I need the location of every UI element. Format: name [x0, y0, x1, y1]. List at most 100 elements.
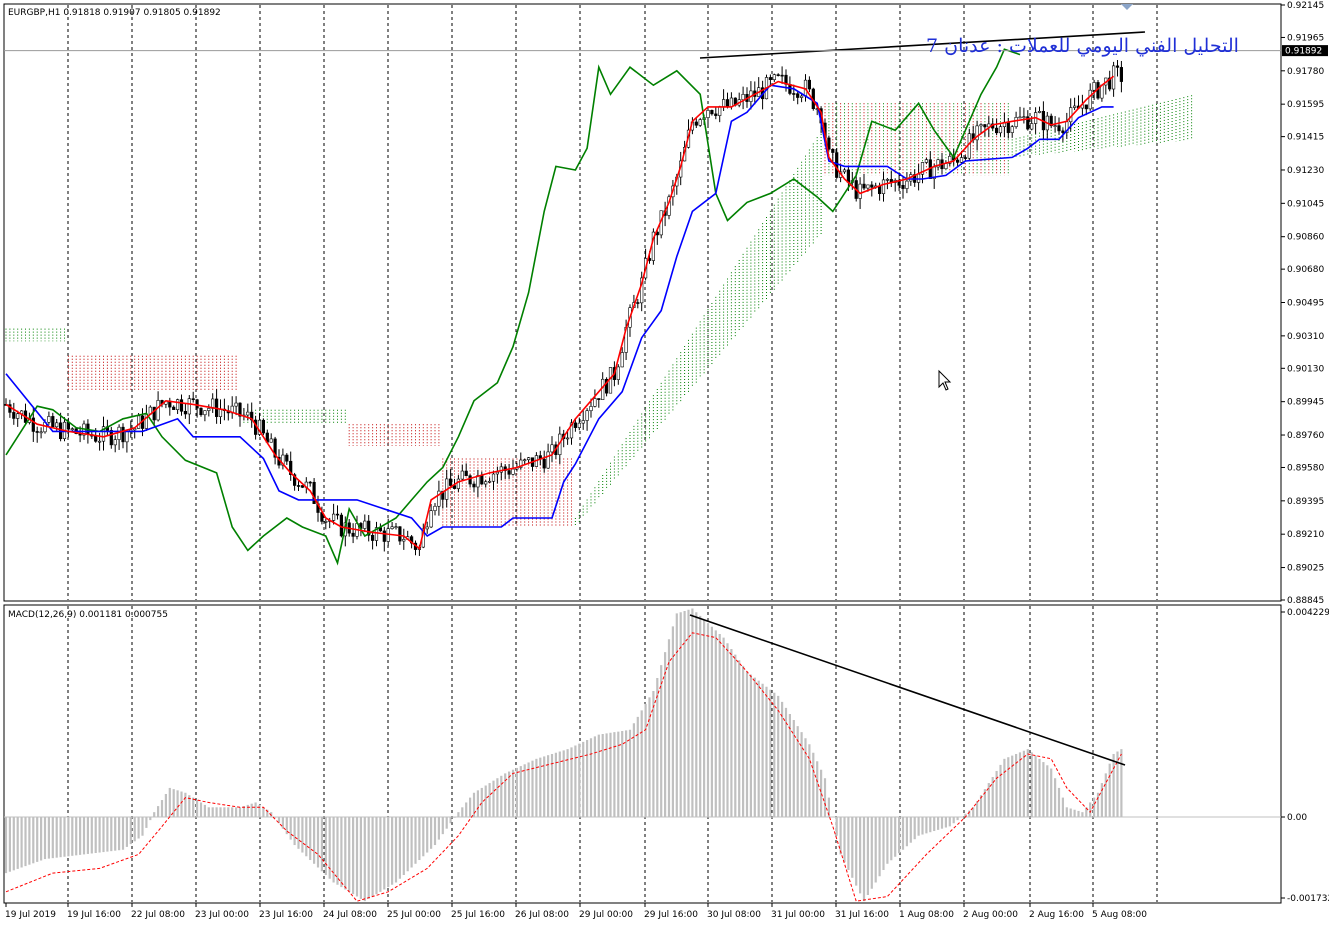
candle-body: [137, 415, 141, 429]
candle-body: [741, 94, 745, 101]
price-tick-label: 0.91230: [1287, 166, 1324, 176]
candle-body: [121, 426, 125, 443]
candle-body: [300, 485, 305, 488]
macd-title: MACD(12,26,9) 0.001181 0.000755: [8, 610, 168, 620]
time-tick-label: 30 Jul 08:00: [707, 910, 761, 920]
time-tick-label: 25 Jul 00:00: [387, 910, 441, 920]
time-tick-label: 24 Jul 08:00: [323, 910, 377, 920]
candle-body: [1014, 117, 1018, 128]
candle-body: [807, 79, 811, 90]
price-tick-label: 0.89580: [1287, 463, 1324, 473]
candle-body: [269, 438, 273, 443]
candle-body: [589, 406, 593, 412]
candle-body: [382, 530, 386, 542]
candle-body: [1115, 65, 1120, 68]
price-tick-label: 0.89025: [1287, 564, 1324, 574]
candle-body: [472, 483, 476, 488]
candle-body: [480, 475, 484, 485]
candle-body: [402, 539, 406, 542]
candle-body: [296, 485, 301, 487]
candle-body: [983, 124, 987, 128]
candle-body: [331, 513, 336, 521]
arabic-annotation: التحليل الفني اليومي للعملات : عدنان 7: [926, 35, 1239, 57]
candle-body: [636, 302, 640, 304]
candle-body: [924, 159, 928, 163]
candle-body: [191, 398, 195, 400]
candle-body: [125, 431, 129, 443]
candle-body: [55, 422, 59, 428]
candle-body: [31, 417, 35, 432]
candle-body: [881, 179, 886, 194]
candle-body: [998, 126, 1003, 134]
candle-body: [573, 422, 577, 428]
candle-body: [967, 133, 971, 159]
candle-body: [1119, 67, 1123, 82]
candle-body: [495, 471, 500, 475]
mt4-chart-canvas[interactable]: 0.92145 0.91965 0.91780 0.91595 0.91415 0.912…: [0, 0, 1329, 927]
candle-body: [955, 159, 960, 163]
candle-body: [698, 119, 702, 126]
price-axis: 0.92145 0.91965 0.91780 0.91595 0.91415 0.912…: [1281, 1, 1329, 904]
candle-body: [511, 468, 515, 475]
candle-body: [156, 400, 160, 421]
candle-body: [565, 437, 570, 440]
candle-body: [1084, 104, 1088, 110]
candle-body: [710, 110, 714, 115]
candle-body: [796, 93, 800, 98]
candle-body: [363, 520, 367, 529]
candle-body: [487, 480, 492, 483]
candle-body: [12, 412, 16, 419]
candle-body: [460, 470, 464, 480]
time-tick-label: 31 Jul 16:00: [835, 910, 889, 920]
price-tick-label: 0.89210: [1287, 530, 1324, 540]
candle-body: [831, 148, 835, 153]
candle-body: [1037, 110, 1042, 113]
candle-body: [1073, 105, 1077, 108]
candle-body: [70, 428, 74, 431]
chart-window[interactable]: 0.92145 0.91965 0.91780 0.91595 0.91415 0.912…: [0, 0, 1329, 927]
candle-body: [1030, 123, 1034, 130]
price-tick-label: 0.91595: [1287, 100, 1324, 110]
time-tick-label: 29 Jul 16:00: [644, 910, 698, 920]
time-axis: 19 Jul 2019 19 Jul 16:00 22 Jul 08:00 23 Ju…: [5, 903, 1147, 920]
candle-body: [616, 366, 620, 380]
current-price-label: 0.91892: [1285, 47, 1322, 57]
candle-body: [885, 179, 889, 181]
candle-body: [1006, 122, 1010, 133]
candle-body: [526, 457, 531, 461]
candle-body: [780, 74, 784, 77]
candle-body: [994, 127, 999, 134]
candle-body: [285, 454, 289, 462]
time-tick-label: 23 Jul 00:00: [195, 910, 249, 920]
candle-body: [425, 526, 429, 530]
price-tick-label: 0.89395: [1287, 497, 1324, 507]
candle-body: [799, 95, 804, 98]
candle-body: [195, 399, 199, 409]
candle-body: [862, 183, 866, 189]
candle-body: [1061, 130, 1065, 133]
price-tick-label: 0.90680: [1287, 265, 1324, 275]
candle-body: [523, 459, 527, 462]
candle-body: [1057, 125, 1061, 132]
candle-body: [187, 398, 191, 415]
macd-tick-label: 0.00: [1287, 813, 1307, 823]
candle-body: [433, 505, 437, 511]
time-tick-label: 25 Jul 16:00: [451, 910, 505, 920]
candle-body: [721, 99, 726, 107]
time-tick-label: 22 Jul 08:00: [131, 910, 185, 920]
candle-body: [335, 513, 340, 516]
time-tick-label: 2 Aug 00:00: [963, 910, 1018, 920]
candle-body: [429, 510, 433, 528]
macd-tick-label: 0.004229: [1287, 608, 1329, 618]
candle-body: [203, 410, 207, 416]
candle-body: [542, 458, 546, 469]
candle-body: [339, 514, 344, 537]
price-tick-label: 0.90130: [1287, 364, 1324, 374]
price-tick-label: 0.92145: [1287, 1, 1324, 11]
candle-body: [1088, 89, 1092, 110]
candle-body: [152, 406, 156, 421]
candle-body: [35, 431, 39, 433]
price-tick-label: 0.89760: [1287, 431, 1324, 441]
candle-body: [176, 399, 180, 410]
time-tick-label: 19 Jul 2019: [5, 910, 56, 920]
